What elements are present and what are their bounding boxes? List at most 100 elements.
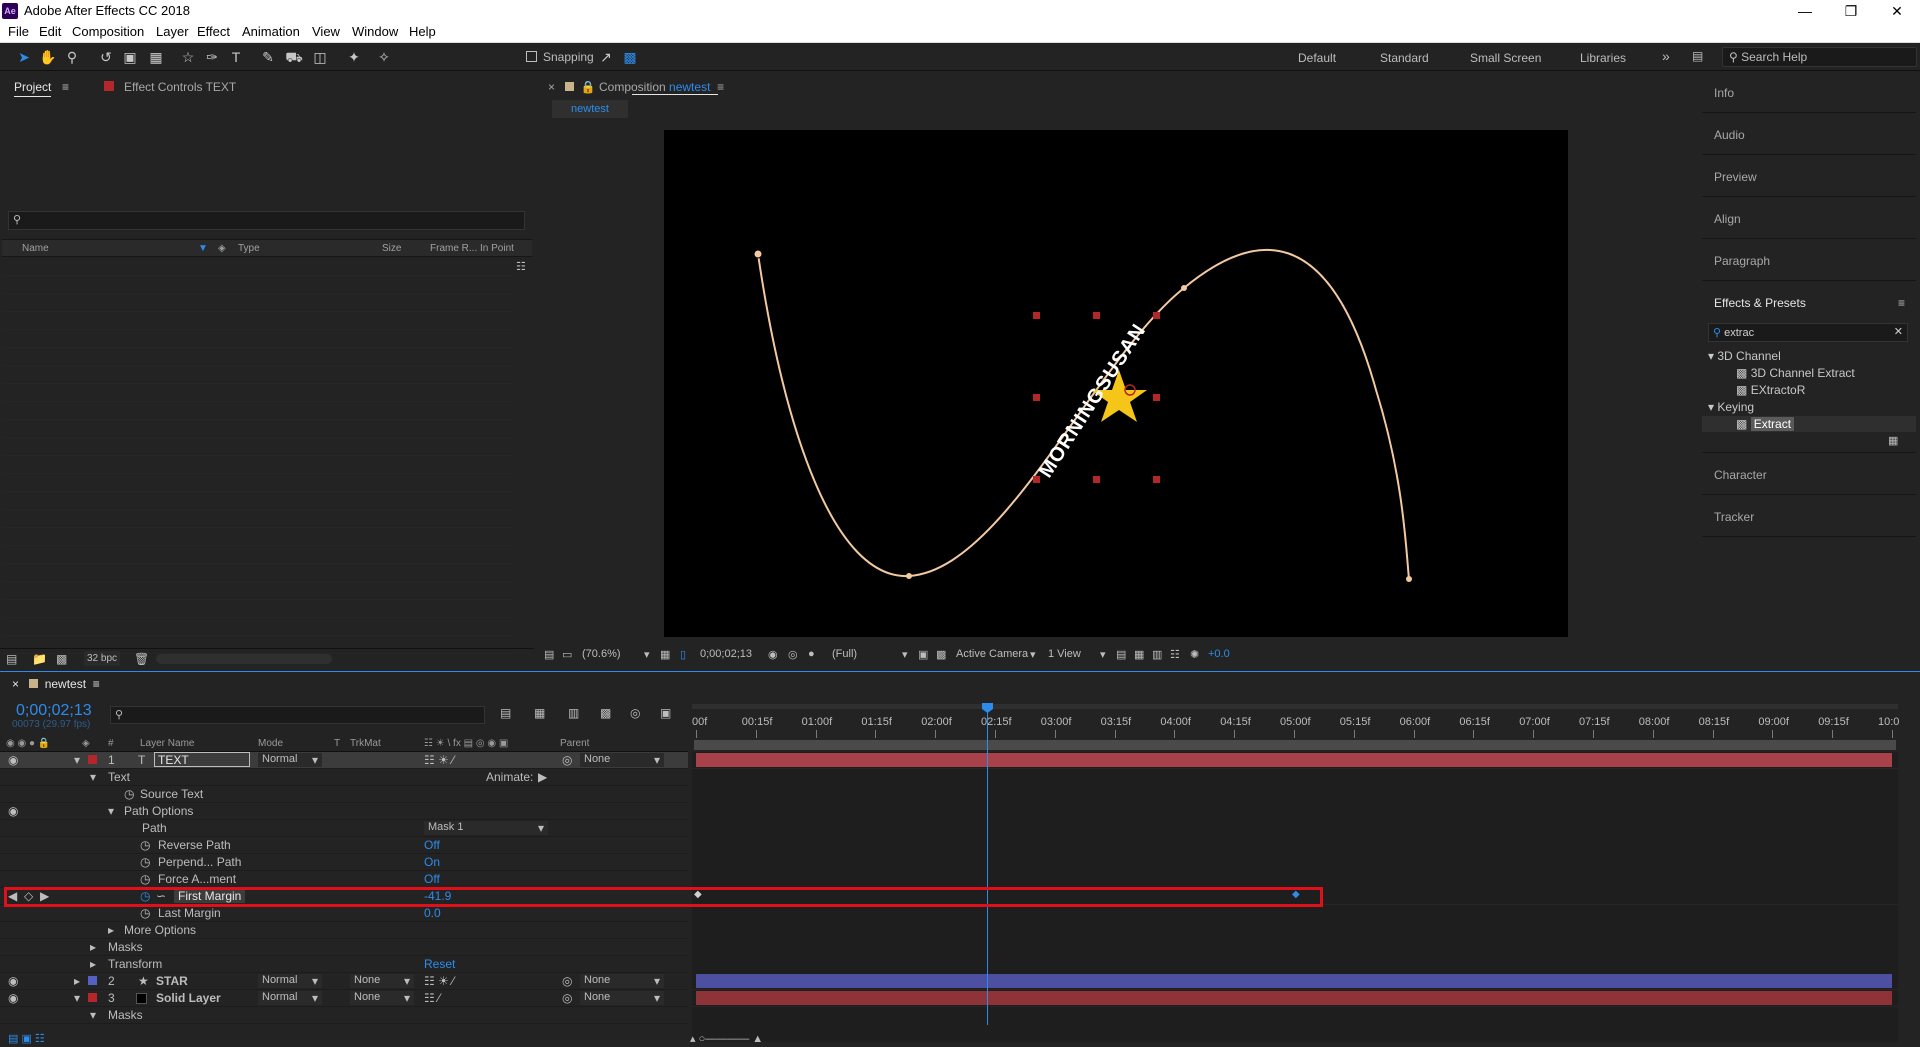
minimize-icon[interactable]: — [1782,0,1828,22]
column-type[interactable]: Type [238,243,260,254]
panel-menu-icon[interactable]: ≡ [1898,296,1905,310]
exposure-value[interactable]: +0.0 [1208,648,1230,660]
channel-icon[interactable]: ● [808,648,815,660]
reset-link[interactable]: Reset [424,957,455,971]
snap-grid-icon[interactable]: ▩ [620,48,640,66]
current-time-indicator[interactable] [987,705,989,1025]
current-time-display[interactable]: 0;00;02;13 [700,648,752,660]
layer-switches-icon[interactable]: ☷ ☀ ⁄ [424,753,454,767]
workspace-small-screen[interactable]: Small Screen [1470,51,1541,65]
label-tag-icon[interactable]: ◈ [82,738,90,749]
chevron-down-icon[interactable]: ▾ [312,974,318,988]
stopwatch-icon[interactable]: ◷ [140,906,150,920]
menu-help[interactable]: Help [409,24,436,39]
path-text[interactable]: MORNINGSUSAN [1035,320,1151,482]
prop-row-path-options[interactable]: ◉ ▾ Path Options [0,803,688,820]
tab-composition[interactable]: × 🔒 Composition newtest ≡ [548,80,724,94]
more-workspaces-icon[interactable]: » [1662,48,1670,64]
bit-depth-button[interactable]: 32 bpc [84,651,120,666]
monitor-icon[interactable]: ▭ [562,648,572,661]
prop-row-reverse-path[interactable]: ◷ Reverse Path Off [0,837,688,854]
label-tag-icon[interactable]: ◈ [218,243,226,254]
pickwhip-icon[interactable]: ◎ [562,753,572,767]
twirl-down-icon[interactable]: ▾ [74,753,80,767]
layer-name[interactable]: Solid Layer [156,991,221,1005]
stopwatch-icon[interactable]: ◷ [140,838,150,852]
fast-previews-icon[interactable]: ▦ [1134,648,1144,661]
panel-menu-icon[interactable]: ≡ [717,80,724,94]
chevron-down-icon[interactable]: ▾ [312,753,318,767]
reset-exposure-icon[interactable]: ✺ [1190,648,1199,661]
path-vertex[interactable] [753,249,763,259]
workspace-standard[interactable]: Standard [1380,51,1429,65]
menu-window[interactable]: Window [352,24,398,39]
column-frame-rate[interactable]: Frame R... [430,243,477,254]
interpret-footage-icon[interactable]: ▤ [6,652,17,666]
eraser-tool-icon[interactable]: ◫ [310,48,330,66]
stopwatch-icon[interactable]: ◷ [140,872,150,886]
flowchart-icon[interactable]: ☷ [516,260,526,273]
column-size[interactable]: Size [382,243,401,254]
parent-dropdown[interactable]: None [580,974,664,988]
prop-value[interactable]: On [424,855,440,869]
tab-timeline[interactable]: × newtest ≡ [12,677,100,691]
layer-name[interactable]: TEXT [154,752,250,767]
animate-add-icon[interactable]: ▶ [538,770,547,784]
menu-animation[interactable]: Animation [242,24,300,39]
clone-stamp-tool-icon[interactable]: ⛟ [284,48,304,66]
chevron-down-icon[interactable]: ▾ [1100,648,1106,661]
parent-dropdown[interactable]: None [580,991,664,1005]
prop-row-masks-solid[interactable]: ▾ Masks [0,1007,688,1024]
restore-icon[interactable]: ❐ [1828,0,1874,22]
rotate-tool-icon[interactable]: ↺ [96,48,116,66]
pen-tool-icon[interactable]: ✑ [202,48,222,66]
panel-menu-icon[interactable]: ≡ [62,80,69,94]
shape-star-tool-icon[interactable]: ☆ [178,48,198,66]
new-folder-icon[interactable]: 📁 [32,652,47,666]
eye-icon[interactable]: ◉ [8,753,18,767]
lock-icon[interactable]: 🔒 [581,80,596,94]
prop-row-more-options[interactable]: ▸ More Options [0,922,688,939]
delete-icon[interactable]: 🗑 [134,652,149,666]
chevron-down-icon[interactable]: ▾ [654,991,660,1005]
timeline-search-input[interactable]: ⚲ [110,706,485,724]
prop-row-transform[interactable]: ▸ Transform Reset [0,956,688,973]
chevron-down-icon[interactable]: ▾ [404,974,410,988]
menu-view[interactable]: View [312,24,340,39]
new-composition-icon[interactable]: ▩ [56,652,67,666]
panel-effects-presets[interactable]: Effects & Presets [1714,296,1806,310]
thumbnail-size-slider[interactable] [156,654,332,664]
clear-search-icon[interactable]: ✕ [1894,325,1903,338]
workspace-libraries[interactable]: Libraries [1580,51,1626,65]
graph-editor-icon[interactable]: ▣ [660,706,671,720]
layer-switches-icon[interactable]: ☷ ⁄ [424,991,440,1005]
panel-audio[interactable]: Audio [1714,128,1745,142]
pickwhip-icon[interactable]: ◎ [562,974,572,988]
snapshot-icon[interactable]: ◉ [768,648,778,661]
toggle-pixel-aspect-icon[interactable]: ▤ [1116,648,1126,661]
layer-bar-text[interactable] [696,753,1892,767]
composition-viewer[interactable]: MORNINGSUSAN [664,130,1568,637]
prop-value[interactable]: Off [424,872,440,886]
column-in-point[interactable]: In Point [480,243,514,254]
hand-tool-icon[interactable]: ✋ [38,48,58,66]
eye-icon[interactable]: ◉ [8,804,18,818]
tab-project[interactable]: Project [14,80,52,97]
twirl-right-icon[interactable]: ▸ [74,974,80,988]
tab-effect-controls[interactable]: Effect Controls TEXT [124,80,236,94]
chevron-down-icon[interactable]: ▾ [654,974,660,988]
chevron-down-icon[interactable]: ▾ [1030,648,1036,661]
pickwhip-icon[interactable]: ◎ [562,991,572,1005]
chevron-down-icon[interactable]: ▾ [644,648,650,661]
time-navigator[interactable] [694,740,1896,750]
panel-tracker[interactable]: Tracker [1714,510,1754,524]
workspace-menu-icon[interactable]: ▤ [1692,49,1703,63]
close-tab-icon[interactable]: × [548,80,555,94]
column-layer-name[interactable]: Layer Name [140,738,194,749]
path-vertex[interactable] [1406,576,1412,582]
eye-icon[interactable]: ◉ [8,974,18,988]
tree-category-3d-channel[interactable]: ▾ 3D Channel [1708,349,1781,363]
label-color-icon[interactable] [88,993,97,1002]
prop-row-path[interactable]: Path Mask 1 ▾ [0,820,688,837]
brush-tool-icon[interactable]: ✎ [258,48,278,66]
